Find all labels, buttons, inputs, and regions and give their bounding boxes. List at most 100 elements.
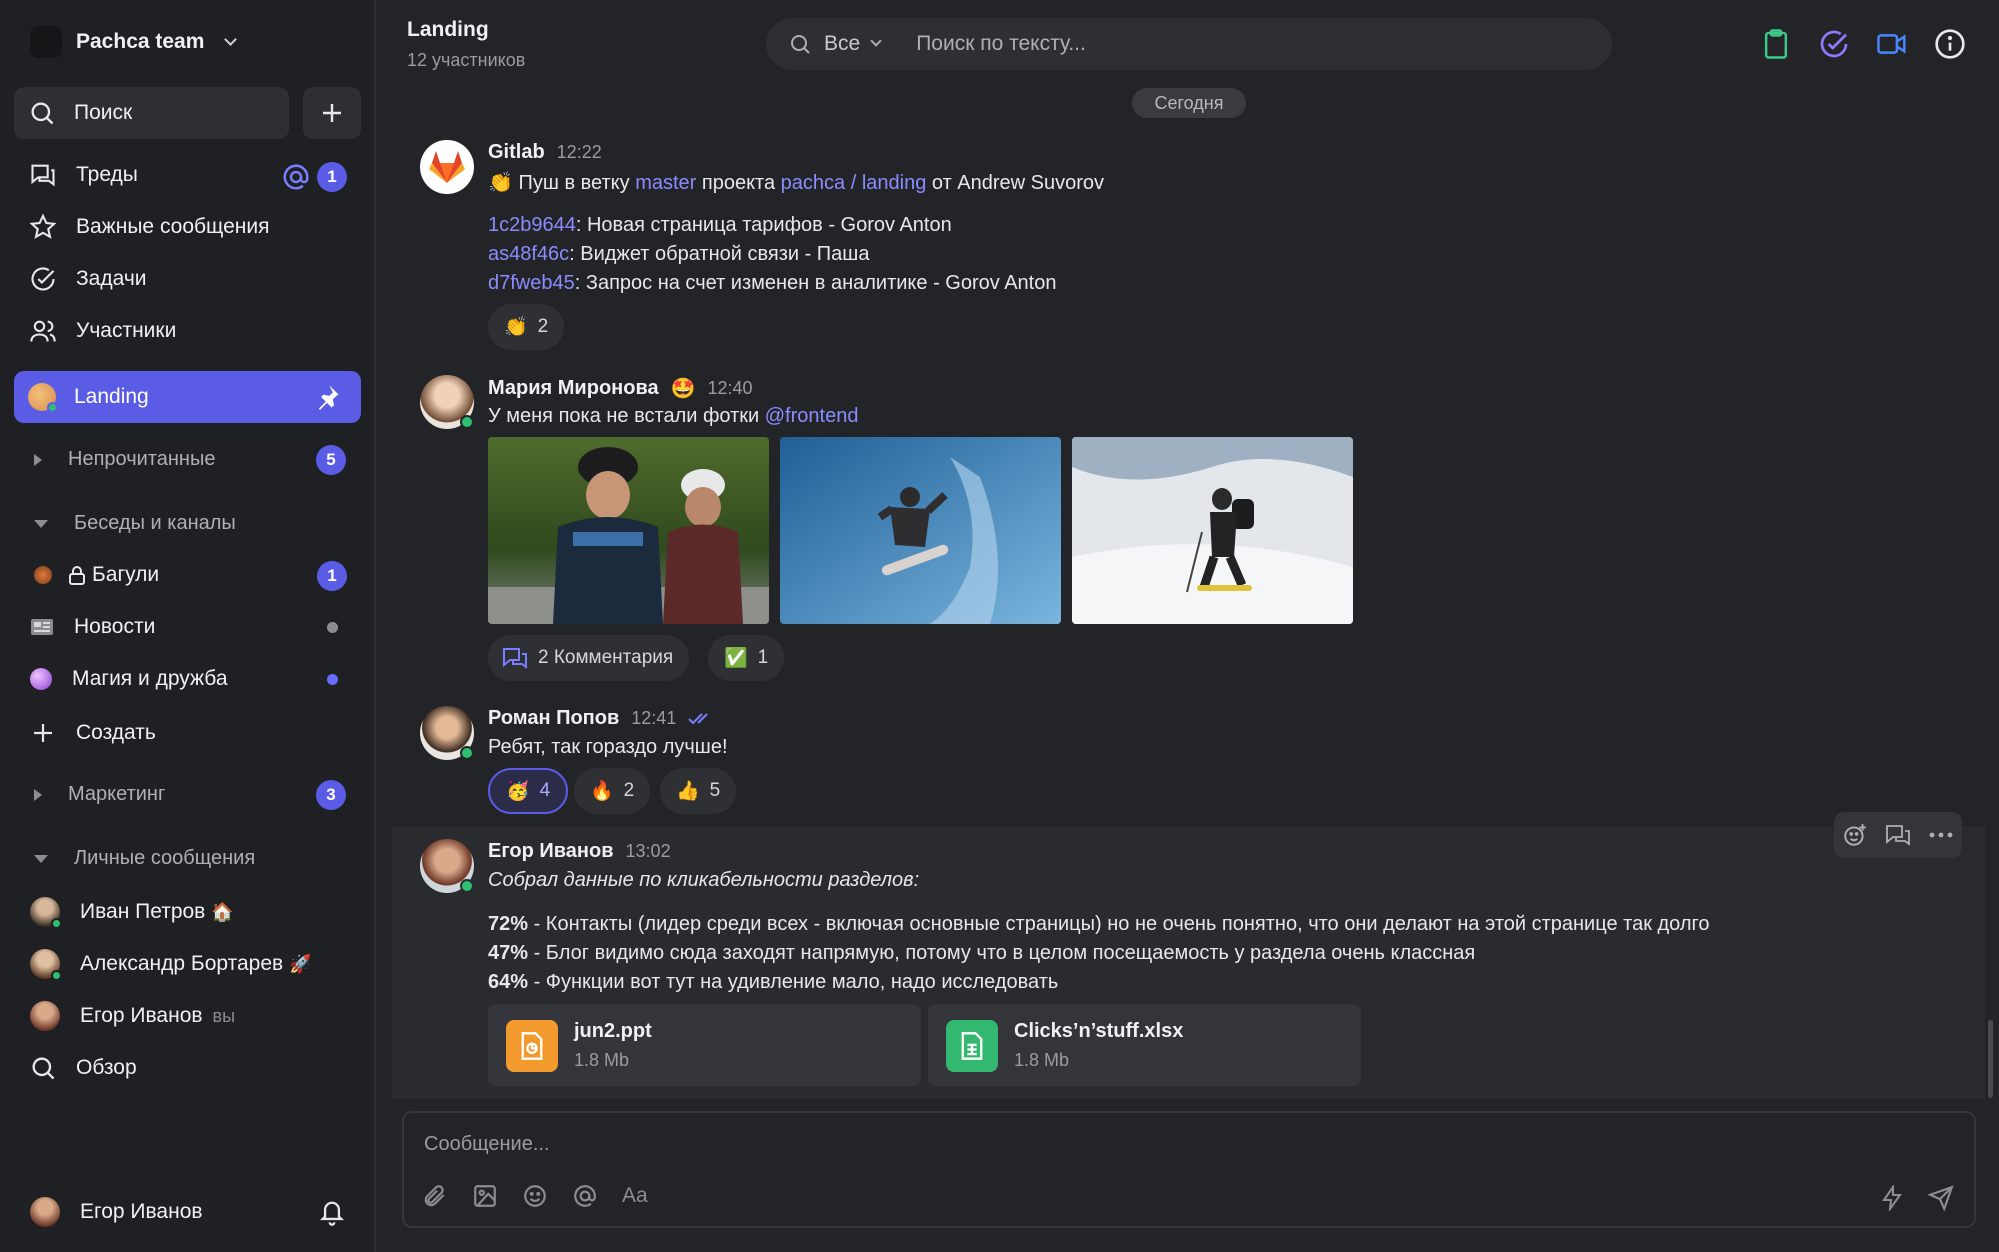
sidebar-search-button[interactable]: Поиск	[14, 87, 289, 139]
message-composer[interactable]: Сообщение... Aa	[402, 1111, 1976, 1228]
threads-icon	[28, 160, 58, 190]
skier-image	[1072, 437, 1353, 624]
clap-emoji: 👏	[488, 172, 513, 194]
branch-link[interactable]: master	[635, 172, 696, 194]
spreadsheet-file-icon	[946, 1020, 998, 1072]
avatar[interactable]	[420, 706, 474, 760]
stat-text: - Функции вот тут на удивление мало, над…	[528, 971, 1059, 993]
comments-button[interactable]: 2 Комментария	[488, 635, 690, 681]
sidebar-item-label: Багули	[92, 563, 160, 586]
sidebar-item-tasks[interactable]: Задачи	[28, 264, 147, 294]
file-attachment[interactable]: jun2.ppt 1.8 Mb	[488, 1004, 921, 1086]
commit-hash-link[interactable]: d7fweb45	[488, 272, 575, 294]
tasks-icon[interactable]	[1818, 28, 1850, 60]
chevron-down-icon	[224, 32, 238, 46]
star-icon	[28, 212, 58, 242]
section-dms[interactable]: Личные сообщения	[34, 847, 255, 870]
reply-thread-icon[interactable]	[1885, 823, 1911, 847]
avatar[interactable]	[420, 839, 474, 893]
sidebar-item-label: Александр Бортарев	[80, 952, 284, 975]
chat-title: Landing	[407, 18, 489, 41]
avatar	[30, 949, 62, 981]
reaction-chip[interactable]: ✅ 1	[708, 635, 785, 681]
add-reaction-icon[interactable]	[1842, 822, 1868, 848]
image-icon[interactable]	[472, 1183, 498, 1209]
reaction-chip-selected[interactable]: 🥳 4	[488, 768, 569, 814]
send-icon[interactable]	[1928, 1185, 1954, 1211]
mention-icon[interactable]	[572, 1183, 598, 1209]
photo-attachment[interactable]	[780, 437, 1061, 624]
clipboard-icon[interactable]	[1761, 28, 1791, 60]
commit-hash-link[interactable]: as48f46c	[488, 243, 569, 265]
crystal-ball-icon	[30, 668, 52, 690]
project-link[interactable]: pachca / landing	[781, 172, 927, 194]
sidebar-item-important[interactable]: Важные сообщения	[28, 212, 269, 242]
gitlab-avatar[interactable]	[420, 140, 474, 194]
lightning-icon[interactable]	[1880, 1185, 1904, 1211]
video-call-icon[interactable]	[1876, 30, 1908, 58]
info-icon[interactable]	[1934, 28, 1966, 60]
chat-members-count[interactable]: 12 участников	[407, 50, 525, 71]
message-author[interactable]: Gitlab 12:22	[488, 141, 602, 164]
bell-icon[interactable]	[318, 1197, 346, 1227]
reaction-chip[interactable]: 🔥 2	[574, 768, 651, 814]
sidebar-item-overview[interactable]: Обзор	[28, 1053, 137, 1083]
section-unread[interactable]: Непрочитанные	[34, 448, 215, 471]
stat-text: - Блог видимо сюда заходят напрямую, пот…	[528, 942, 1476, 964]
current-user[interactable]: Егор Иванов	[30, 1197, 203, 1227]
sidebar-item-label: Задачи	[76, 267, 147, 290]
sidebar-item-landing[interactable]: Landing	[14, 371, 361, 423]
commit-hash-link[interactable]: 1c2b9644	[488, 214, 576, 236]
photo-attachment[interactable]	[1072, 437, 1353, 624]
create-button[interactable]: Создать	[28, 718, 156, 748]
sidebar-item-news[interactable]: Новости	[30, 615, 155, 639]
team-switcher[interactable]: Pachca team	[30, 26, 238, 58]
section-marketing[interactable]: Маркетинг	[34, 783, 165, 806]
message-search[interactable]: Все Поиск по тексту...	[766, 18, 1612, 70]
status-emoji: 🤩	[670, 378, 696, 400]
paperclip-icon[interactable]	[422, 1183, 448, 1209]
threads-badge: 1	[317, 162, 347, 192]
message-time: 12:22	[556, 142, 602, 162]
message-input[interactable]: Сообщение...	[424, 1133, 550, 1156]
mention-link[interactable]: @frontend	[765, 405, 859, 427]
marketing-badge: 3	[316, 780, 346, 810]
reaction-count: 4	[539, 780, 551, 801]
reaction-count: 2	[623, 780, 635, 801]
message-toolbar	[1834, 812, 1962, 858]
sidebar-item-magic[interactable]: Магия и дружба	[30, 667, 228, 691]
sidebar-item-threads[interactable]: Треды	[28, 160, 138, 190]
pin-icon[interactable]	[313, 383, 341, 411]
section-label: Маркетинг	[68, 783, 166, 805]
more-icon[interactable]	[1928, 831, 1954, 839]
message-author[interactable]: Мария Миронова 🤩 12:40	[488, 376, 753, 401]
sidebar-dm-egor[interactable]: Егор Иванов вы	[30, 1001, 235, 1031]
file-attachment[interactable]: Clicks’n’stuff.xlsx 1.8 Mb	[928, 1004, 1361, 1086]
section-label: Беседы и каналы	[74, 512, 236, 534]
commit-line: d7fweb45: Запрос на счет изменен в анали…	[488, 272, 1056, 295]
search-input[interactable]: Поиск по тексту...	[916, 32, 1086, 56]
message-author[interactable]: Роман Попов 12:41	[488, 707, 714, 730]
avatar[interactable]	[420, 375, 474, 429]
snowboarder-image	[780, 437, 1061, 624]
sidebar-dm-alexander[interactable]: Александр Бортарев 🚀	[30, 949, 312, 981]
section-chats[interactable]: Беседы и каналы	[34, 512, 236, 535]
message-author[interactable]: Егор Иванов 13:02	[488, 840, 671, 863]
sidebar-item-label: Landing	[74, 385, 149, 408]
sidebar-item-baguli[interactable]: Багули	[30, 563, 159, 587]
sidebar-item-label: Иван Петров	[80, 900, 206, 923]
photo-attachment[interactable]	[488, 437, 769, 624]
file-name: jun2.ppt	[574, 1020, 652, 1042]
sidebar-item-members[interactable]: Участники	[28, 316, 176, 346]
scrollbar-thumb[interactable]	[1988, 1020, 1993, 1098]
emoji-icon[interactable]	[522, 1183, 548, 1209]
sidebar-dm-ivan[interactable]: Иван Петров 🏠	[30, 897, 234, 929]
comments-icon	[502, 646, 528, 670]
search-filter-select[interactable]: Все	[824, 32, 882, 56]
format-text-button[interactable]: Aa	[622, 1184, 648, 1208]
reaction-count: 2	[537, 316, 549, 337]
reaction-chip[interactable]: 👍 5	[660, 768, 737, 814]
sidebar-item-label: Егор Иванов	[80, 1004, 203, 1027]
reaction-chip[interactable]: 👏 2	[488, 304, 565, 350]
new-chat-button[interactable]	[303, 87, 361, 139]
